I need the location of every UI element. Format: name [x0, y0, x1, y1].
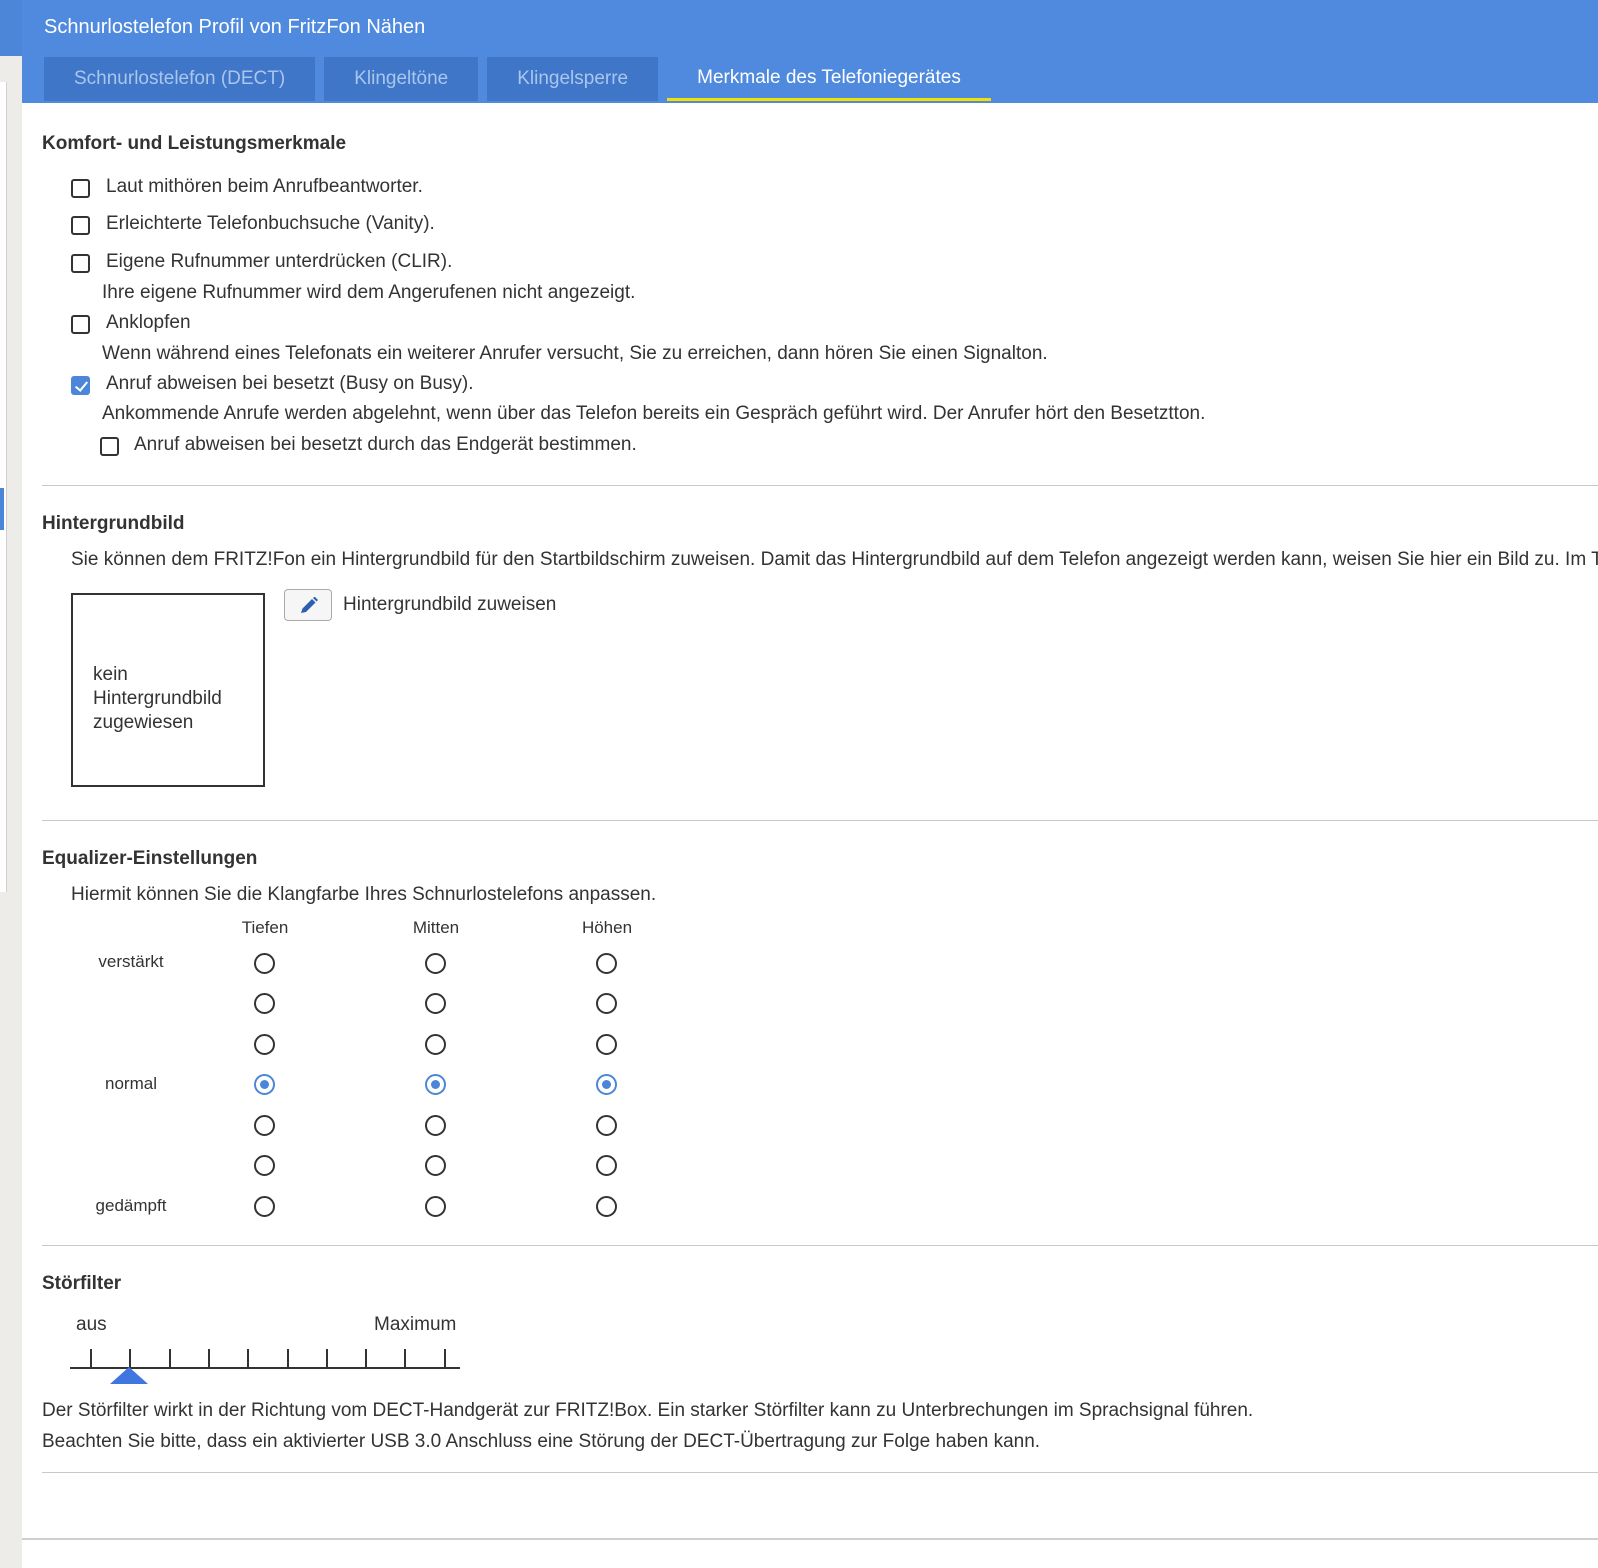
slider-tick [325, 1349, 328, 1367]
hint-busy-on-busy: Ankommende Anrufe werden abgelehnt, wenn… [102, 403, 1206, 424]
hint-clir: Ihre eigene Rufnummer wird dem Angerufen… [102, 282, 636, 303]
stoerfilter-slider-thumb[interactable] [110, 1367, 148, 1384]
label-anklopfen: Anklopfen [106, 312, 191, 333]
section-title-equalizer: Equalizer-Einstellungen [42, 848, 258, 869]
pencil-icon [301, 597, 318, 613]
edit-background-button[interactable] [284, 589, 332, 621]
eq-radio-mitten-level-5[interactable] [425, 1155, 446, 1176]
eq-radio-tiefen-level-1[interactable] [254, 993, 275, 1014]
section-title-hintergrundbild: Hintergrundbild [42, 513, 185, 534]
label-clir: Eigene Rufnummer unterdrücken (CLIR). [106, 251, 453, 272]
background-image-preview: kein Hintergrundbild zugewiesen [71, 593, 265, 787]
slider-min-label: aus [76, 1314, 107, 1335]
tab-dect[interactable]: Schnurlostelefon (DECT) [44, 57, 316, 101]
eq-radio-tiefen-level-2[interactable] [254, 1034, 275, 1055]
left-rail-header [0, 0, 22, 56]
eq-row-label-normal: normal [105, 1074, 157, 1093]
hint-anklopfen: Wenn während eines Telefonats ein weiter… [102, 343, 1048, 364]
eq-radio-höhen-level-6[interactable] [596, 1196, 617, 1217]
hintergrund-description: Sie können dem FRITZ!Fon ein Hintergrund… [71, 549, 1598, 570]
left-rail-active-marker [0, 488, 4, 530]
slider-tick [365, 1349, 368, 1367]
label-laut-mithoeren: Laut mithören beim Anrufbeantworter. [106, 176, 423, 197]
divider [42, 1472, 1598, 1473]
left-navigation-rail [0, 0, 22, 1568]
eq-radio-höhen-level-1[interactable] [596, 993, 617, 1014]
slider-tick [168, 1349, 171, 1367]
checkbox-busy-endgeraet[interactable] [100, 437, 119, 456]
eq-radio-tiefen-level-6[interactable] [254, 1196, 275, 1217]
section-title-komfort: Komfort- und Leistungsmerkmale [42, 133, 347, 154]
label-vanity: Erleichterte Telefonbuchsuche (Vanity). [106, 213, 435, 234]
tab-klingelsperre[interactable]: Klingelsperre [487, 57, 659, 101]
eq-radio-mitten-level-3[interactable] [425, 1074, 446, 1095]
divider [42, 1245, 1598, 1246]
slider-tick [247, 1349, 250, 1367]
eq-radio-höhen-level-2[interactable] [596, 1034, 617, 1055]
tab-bar: Schnurlostelefon (DECT) Klingeltöne Klin… [44, 57, 991, 103]
eq-row-label-verstaerkt: verstärkt [98, 952, 164, 971]
eq-radio-mitten-level-2[interactable] [425, 1034, 446, 1055]
eq-column-hoehen: Höhen [581, 918, 633, 937]
slider-tick [207, 1349, 210, 1367]
slider-tick [90, 1349, 92, 1367]
section-title-stoerfilter: Störfilter [42, 1273, 122, 1294]
eq-column-tiefen: Tiefen [241, 918, 289, 937]
slider-tick [404, 1349, 407, 1367]
dialog-header: Schnurlostelefon Profil von FritzFon Näh… [22, 0, 1598, 103]
assign-background-label: Hintergrundbild zuweisen [343, 594, 557, 615]
equalizer-description: Hiermit können Sie die Klangfarbe Ihres … [71, 884, 657, 905]
slider-tick [443, 1349, 446, 1367]
checkbox-vanity[interactable] [71, 216, 90, 235]
eq-radio-höhen-level-4[interactable] [596, 1115, 617, 1136]
eq-radio-mitten-level-4[interactable] [425, 1115, 446, 1136]
dialog-title: Schnurlostelefon Profil von FritzFon Näh… [44, 16, 426, 38]
eq-radio-mitten-level-1[interactable] [425, 993, 446, 1014]
slider-max-label: Maximum [374, 1314, 457, 1335]
stoerfilter-note-2: Beachten Sie bitte, dass ein aktivierter… [42, 1431, 1041, 1452]
left-panel-edge [0, 82, 7, 892]
checkbox-anklopfen[interactable] [71, 315, 90, 334]
eq-radio-höhen-level-3[interactable] [596, 1074, 617, 1095]
label-busy-on-busy: Anruf abweisen bei besetzt (Busy on Busy… [106, 373, 474, 394]
eq-radio-tiefen-level-5[interactable] [254, 1155, 275, 1176]
checkbox-laut-mithoeren[interactable] [71, 179, 90, 198]
eq-radio-tiefen-level-4[interactable] [254, 1115, 275, 1136]
slider-tick [129, 1349, 132, 1367]
eq-radio-höhen-level-5[interactable] [596, 1155, 617, 1176]
tab-klingeltoene[interactable]: Klingeltöne [324, 57, 479, 101]
tab-merkmale[interactable]: Merkmale des Telefoniegerätes [667, 57, 991, 101]
slider-tick [286, 1349, 289, 1367]
eq-radio-tiefen-level-3[interactable] [254, 1074, 275, 1095]
eq-radio-mitten-level-6[interactable] [425, 1196, 446, 1217]
stoerfilter-note-1: Der Störfilter wirkt in der Richtung vom… [42, 1400, 1254, 1421]
eq-radio-höhen-level-0[interactable] [596, 953, 617, 974]
checkbox-busy-on-busy[interactable] [71, 376, 90, 395]
divider [42, 485, 1598, 486]
eq-radio-mitten-level-0[interactable] [425, 953, 446, 974]
eq-row-label-gedaempft: gedämpft [95, 1196, 167, 1215]
label-busy-endgeraet: Anruf abweisen bei besetzt durch das End… [134, 434, 637, 455]
eq-column-mitten: Mitten [412, 918, 460, 937]
divider [42, 820, 1598, 821]
background-placeholder-text: kein Hintergrundbild zugewiesen [93, 664, 222, 733]
eq-radio-tiefen-level-0[interactable] [254, 953, 275, 974]
tab-content: Komfort- und Leistungsmerkmale Laut mith… [22, 103, 1598, 1540]
checkbox-clir[interactable] [71, 254, 90, 273]
